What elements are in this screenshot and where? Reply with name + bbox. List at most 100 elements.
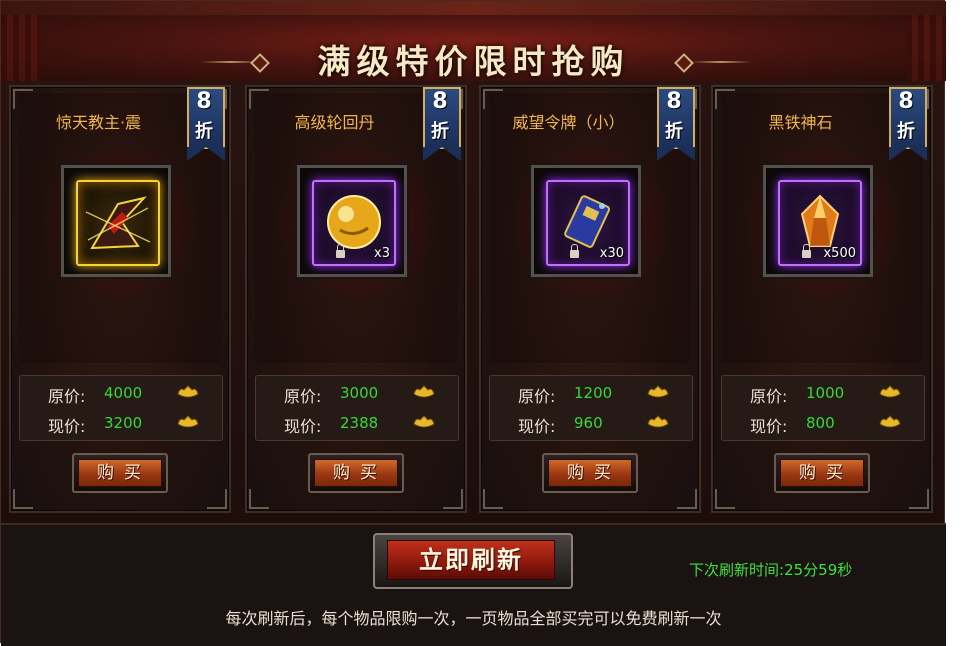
current-price-value: 960: [574, 414, 603, 432]
original-price-label: 原价:: [48, 387, 86, 406]
gold-ingot-icon: [177, 415, 199, 428]
original-price-value: 3000: [340, 384, 379, 402]
item-name: 威望令牌（小）: [512, 113, 625, 132]
discount-number: 8: [196, 89, 212, 114]
current-price-label: 现价:: [48, 417, 86, 436]
refresh-timer-value: 25分59秒: [784, 561, 853, 579]
item-name: 高级轮回丹: [294, 113, 375, 132]
buy-button[interactable]: 购买: [308, 453, 404, 493]
buy-button-label: 购买: [78, 459, 162, 487]
current-price-row: 现价: 800: [722, 410, 924, 436]
discount-number: 8: [898, 89, 914, 114]
item-quantity: x30: [599, 246, 624, 261]
corner-ornament: [13, 489, 33, 509]
current-price-value: 800: [806, 414, 835, 432]
original-price-row: 原价: 4000: [20, 380, 222, 406]
ribbon-tail: [889, 147, 927, 161]
corner-ornament: [483, 489, 503, 509]
price-box: 原价: 1200 现价: 960: [489, 375, 693, 441]
discount-number: 8: [666, 89, 682, 114]
refresh-timer: 下次刷新时间:25分59秒: [689, 559, 852, 580]
gold-ingot-icon: [413, 415, 435, 428]
ribbon-tail: [657, 147, 695, 161]
current-price-label: 现价:: [750, 417, 788, 436]
item-slot[interactable]: x30: [531, 165, 641, 277]
current-price-label: 现价:: [284, 417, 322, 436]
item-rarity-frame: x3: [312, 180, 396, 266]
discount-suffix: 折: [431, 121, 449, 142]
dark-shard-icon: [85, 196, 151, 250]
corner-ornament: [249, 489, 269, 509]
lock-icon: [570, 244, 579, 258]
item-card: 高级轮回丹 8 折 x3 原价: 3000 现价: 2388 购买: [245, 85, 467, 513]
buy-button-label: 购买: [780, 459, 864, 487]
item-name: 黑铁神石: [768, 113, 833, 132]
current-price-value: 2388: [340, 414, 379, 432]
ribbon-tail: [187, 147, 225, 161]
price-box: 原价: 1000 现价: 800: [721, 375, 925, 441]
price-box: 原价: 3000 现价: 2388: [255, 375, 459, 441]
footer-bar: 立即刷新 下次刷新时间:25分59秒 每次刷新后，每个物品限购一次，一页物品全部…: [1, 523, 946, 646]
item-slot[interactable]: x500: [763, 165, 873, 277]
gold-ingot-icon: [647, 385, 669, 398]
corner-ornament: [909, 489, 929, 509]
original-price-label: 原价:: [750, 387, 788, 406]
gold-ingot-icon: [879, 415, 901, 428]
discount-badge: 8 折: [187, 87, 225, 163]
buy-button[interactable]: 购买: [72, 453, 168, 493]
corner-ornament: [13, 89, 33, 109]
page-title: 满级特价限时抢购: [317, 42, 630, 81]
original-price-row: 原价: 3000: [256, 380, 458, 406]
refresh-timer-label: 下次刷新时间:: [689, 561, 785, 579]
buy-button[interactable]: 购买: [774, 453, 870, 493]
item-rarity-frame: x30: [546, 180, 630, 266]
discount-suffix: 折: [897, 121, 915, 142]
corner-ornament: [715, 489, 735, 509]
lock-icon: [336, 244, 345, 258]
item-rarity-frame: x500: [778, 180, 862, 266]
buy-button-label: 购买: [314, 459, 398, 487]
current-price-label: 现价:: [518, 417, 556, 436]
corner-ornament: [207, 489, 227, 509]
original-price-label: 原价:: [284, 387, 322, 406]
current-price-value: 3200: [104, 414, 143, 432]
refresh-button-label: 立即刷新: [387, 540, 555, 580]
corner-ornament: [677, 489, 697, 509]
original-price-row: 原价: 1200: [490, 380, 692, 406]
item-quantity: x3: [374, 246, 390, 261]
corner-ornament: [249, 89, 269, 109]
corner-ornament: [483, 89, 503, 109]
discount-suffix: 折: [665, 121, 683, 142]
buy-button[interactable]: 购买: [542, 453, 638, 493]
corner-ornament: [715, 89, 735, 109]
item-quantity: x500: [823, 246, 856, 261]
item-card: 惊天教主·震 8 折 原价: 4000 现价: 3200 购买: [9, 85, 231, 513]
top-strip: [1, 1, 946, 15]
discount-number: 8: [432, 89, 448, 114]
item-card: 威望令牌（小） 8 折 x30 原价: 1200 现价: 960 购买: [479, 85, 701, 513]
item-cards: 惊天教主·震 8 折 原价: 4000 现价: 3200 购买 高级轮回丹 8 …: [9, 85, 939, 515]
original-price-value: 1200: [574, 384, 613, 402]
item-rarity-frame: [76, 180, 160, 266]
gold-ingot-icon: [647, 415, 669, 428]
current-price-row: 现价: 960: [490, 410, 692, 436]
buy-button-label: 购买: [548, 459, 632, 487]
refresh-rule-note: 每次刷新后，每个物品限购一次，一页物品全部买完可以免费刷新一次: [225, 609, 722, 628]
gold-ingot-icon: [413, 385, 435, 398]
original-price-value: 1000: [806, 384, 845, 402]
corner-ornament: [443, 489, 463, 509]
item-slot[interactable]: [61, 165, 171, 277]
item-slot[interactable]: x3: [297, 165, 407, 277]
flash-sale-panel: 满级特价限时抢购 惊天教主·震 8 折 原价: 4000 现价: 3200 购买…: [0, 0, 946, 646]
discount-badge: 8 折: [889, 87, 927, 163]
refresh-now-button[interactable]: 立即刷新: [373, 533, 573, 589]
discount-suffix: 折: [195, 121, 213, 142]
current-price-row: 现价: 2388: [256, 410, 458, 436]
original-price-value: 4000: [104, 384, 143, 402]
gold-ingot-icon: [177, 385, 199, 398]
discount-badge: 8 折: [423, 87, 461, 163]
discount-badge: 8 折: [657, 87, 695, 163]
lock-icon: [802, 244, 811, 258]
item-card: 黑铁神石 8 折 x500 原价: 1000 现价: 800 购买: [711, 85, 933, 513]
ribbon-tail: [423, 147, 461, 161]
